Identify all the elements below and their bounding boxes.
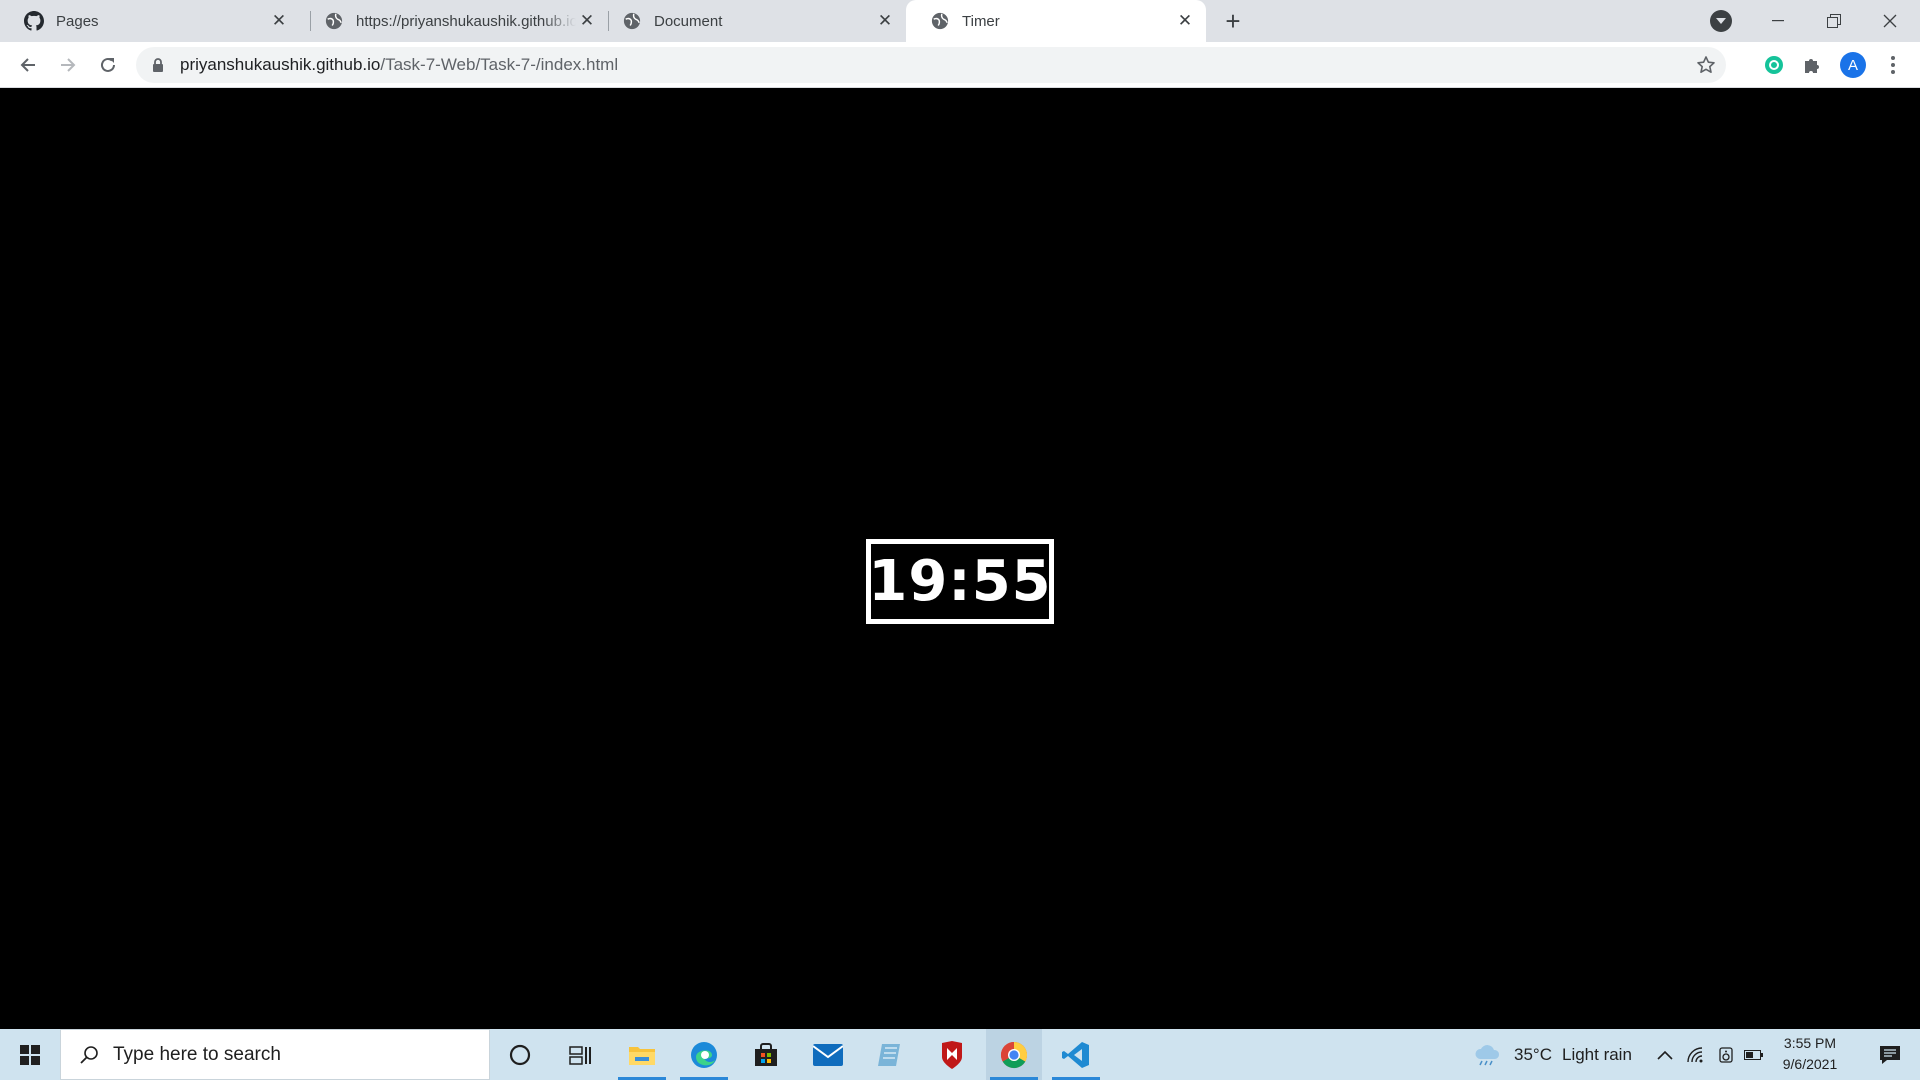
minimize-button[interactable] bbox=[1750, 0, 1806, 42]
profile-avatar[interactable]: A bbox=[1840, 52, 1866, 78]
timer-value: 19:55 bbox=[868, 549, 1052, 614]
github-icon bbox=[24, 11, 44, 31]
chevron-up-icon[interactable] bbox=[1652, 1029, 1678, 1080]
tab-priyanshukaushik[interactable]: https://priyanshukaushik.github.io/ ✕ bbox=[300, 0, 608, 42]
clock-time: 3:55 PM bbox=[1783, 1035, 1837, 1051]
edge-icon[interactable] bbox=[676, 1029, 732, 1080]
close-tab-icon[interactable]: ✕ bbox=[576, 10, 598, 32]
tab-title: https://priyanshukaushik.github.io/ bbox=[356, 12, 576, 30]
close-tab-icon[interactable]: ✕ bbox=[268, 10, 290, 32]
cortana-icon[interactable] bbox=[492, 1029, 548, 1080]
grammarly-extension-icon[interactable] bbox=[1762, 53, 1786, 77]
chrome-icon[interactable] bbox=[986, 1029, 1042, 1080]
weather-desc: Light rain bbox=[1561, 1044, 1632, 1064]
notification-center-icon[interactable] bbox=[1866, 1029, 1914, 1080]
close-tab-icon[interactable]: ✕ bbox=[1174, 10, 1196, 32]
vscode-icon[interactable] bbox=[1048, 1029, 1104, 1080]
page-viewport: 19:55 bbox=[0, 88, 1920, 1029]
chrome-menu-icon[interactable] bbox=[1880, 52, 1906, 78]
file-explorer-icon[interactable] bbox=[614, 1029, 670, 1080]
battery-icon[interactable] bbox=[1742, 1029, 1766, 1080]
task-view-icon[interactable] bbox=[552, 1029, 608, 1080]
store-icon[interactable] bbox=[738, 1029, 794, 1080]
mail-icon[interactable] bbox=[800, 1029, 856, 1080]
tab-timer[interactable]: Timer ✕ bbox=[906, 0, 1206, 42]
weather-temp: 35°C bbox=[1514, 1044, 1552, 1064]
tab-search-button[interactable] bbox=[1710, 10, 1732, 32]
windows-taskbar: Type here to search 35°C Light rain 3:55… bbox=[0, 1029, 1920, 1080]
extensions-puzzle-icon[interactable] bbox=[1800, 53, 1824, 77]
lock-icon[interactable] bbox=[150, 57, 166, 73]
clock-date: 9/6/2021 bbox=[1782, 1056, 1838, 1072]
bookmark-star-icon[interactable] bbox=[1696, 55, 1716, 75]
back-button[interactable] bbox=[12, 49, 44, 81]
tab-document[interactable]: Document ✕ bbox=[598, 0, 906, 42]
globe-icon bbox=[324, 11, 344, 31]
search-placeholder: Type here to search bbox=[113, 1043, 281, 1065]
close-tab-icon[interactable]: ✕ bbox=[874, 10, 896, 32]
url-host: priyanshukaushik.github.io bbox=[180, 55, 381, 74]
reload-button[interactable] bbox=[92, 49, 124, 81]
globe-icon bbox=[930, 11, 950, 31]
tab-strip: Pages ✕ https://priyanshukaushik.github.… bbox=[0, 0, 1920, 42]
tab-title: Timer bbox=[962, 12, 1000, 30]
speaker-icon[interactable] bbox=[1714, 1029, 1738, 1080]
url-path: /Task-7-Web/Task-7-/index.html bbox=[380, 55, 619, 74]
url-text: priyanshukaushik.github.io/Task-7-Web/Ta… bbox=[180, 55, 618, 75]
wifi-icon[interactable] bbox=[1684, 1029, 1708, 1080]
search-icon bbox=[77, 1043, 101, 1067]
new-tab-button[interactable]: + bbox=[1218, 6, 1248, 36]
tab-pages[interactable]: Pages ✕ bbox=[0, 0, 300, 42]
close-window-button[interactable] bbox=[1862, 0, 1918, 42]
timer-display: 19:55 bbox=[866, 539, 1054, 624]
rain-cloud-icon bbox=[1475, 1044, 1500, 1065]
mcafee-icon[interactable] bbox=[924, 1029, 980, 1080]
address-bar[interactable]: priyanshukaushik.github.io/Task-7-Web/Ta… bbox=[136, 47, 1726, 83]
taskbar-search[interactable]: Type here to search bbox=[60, 1029, 490, 1080]
tab-title: Pages bbox=[56, 12, 99, 30]
weather-widget[interactable]: 35°C Light rain bbox=[1472, 1029, 1632, 1080]
globe-icon bbox=[622, 11, 642, 31]
browser-toolbar: priyanshukaushik.github.io/Task-7-Web/Ta… bbox=[0, 42, 1920, 88]
restore-button[interactable] bbox=[1806, 0, 1862, 42]
system-clock[interactable]: 3:55 PM 9/6/2021 bbox=[1770, 1033, 1850, 1075]
start-button[interactable] bbox=[0, 1029, 60, 1080]
tab-title: Document bbox=[654, 12, 723, 30]
forward-button[interactable] bbox=[52, 49, 84, 81]
notepad-icon[interactable] bbox=[862, 1029, 918, 1080]
